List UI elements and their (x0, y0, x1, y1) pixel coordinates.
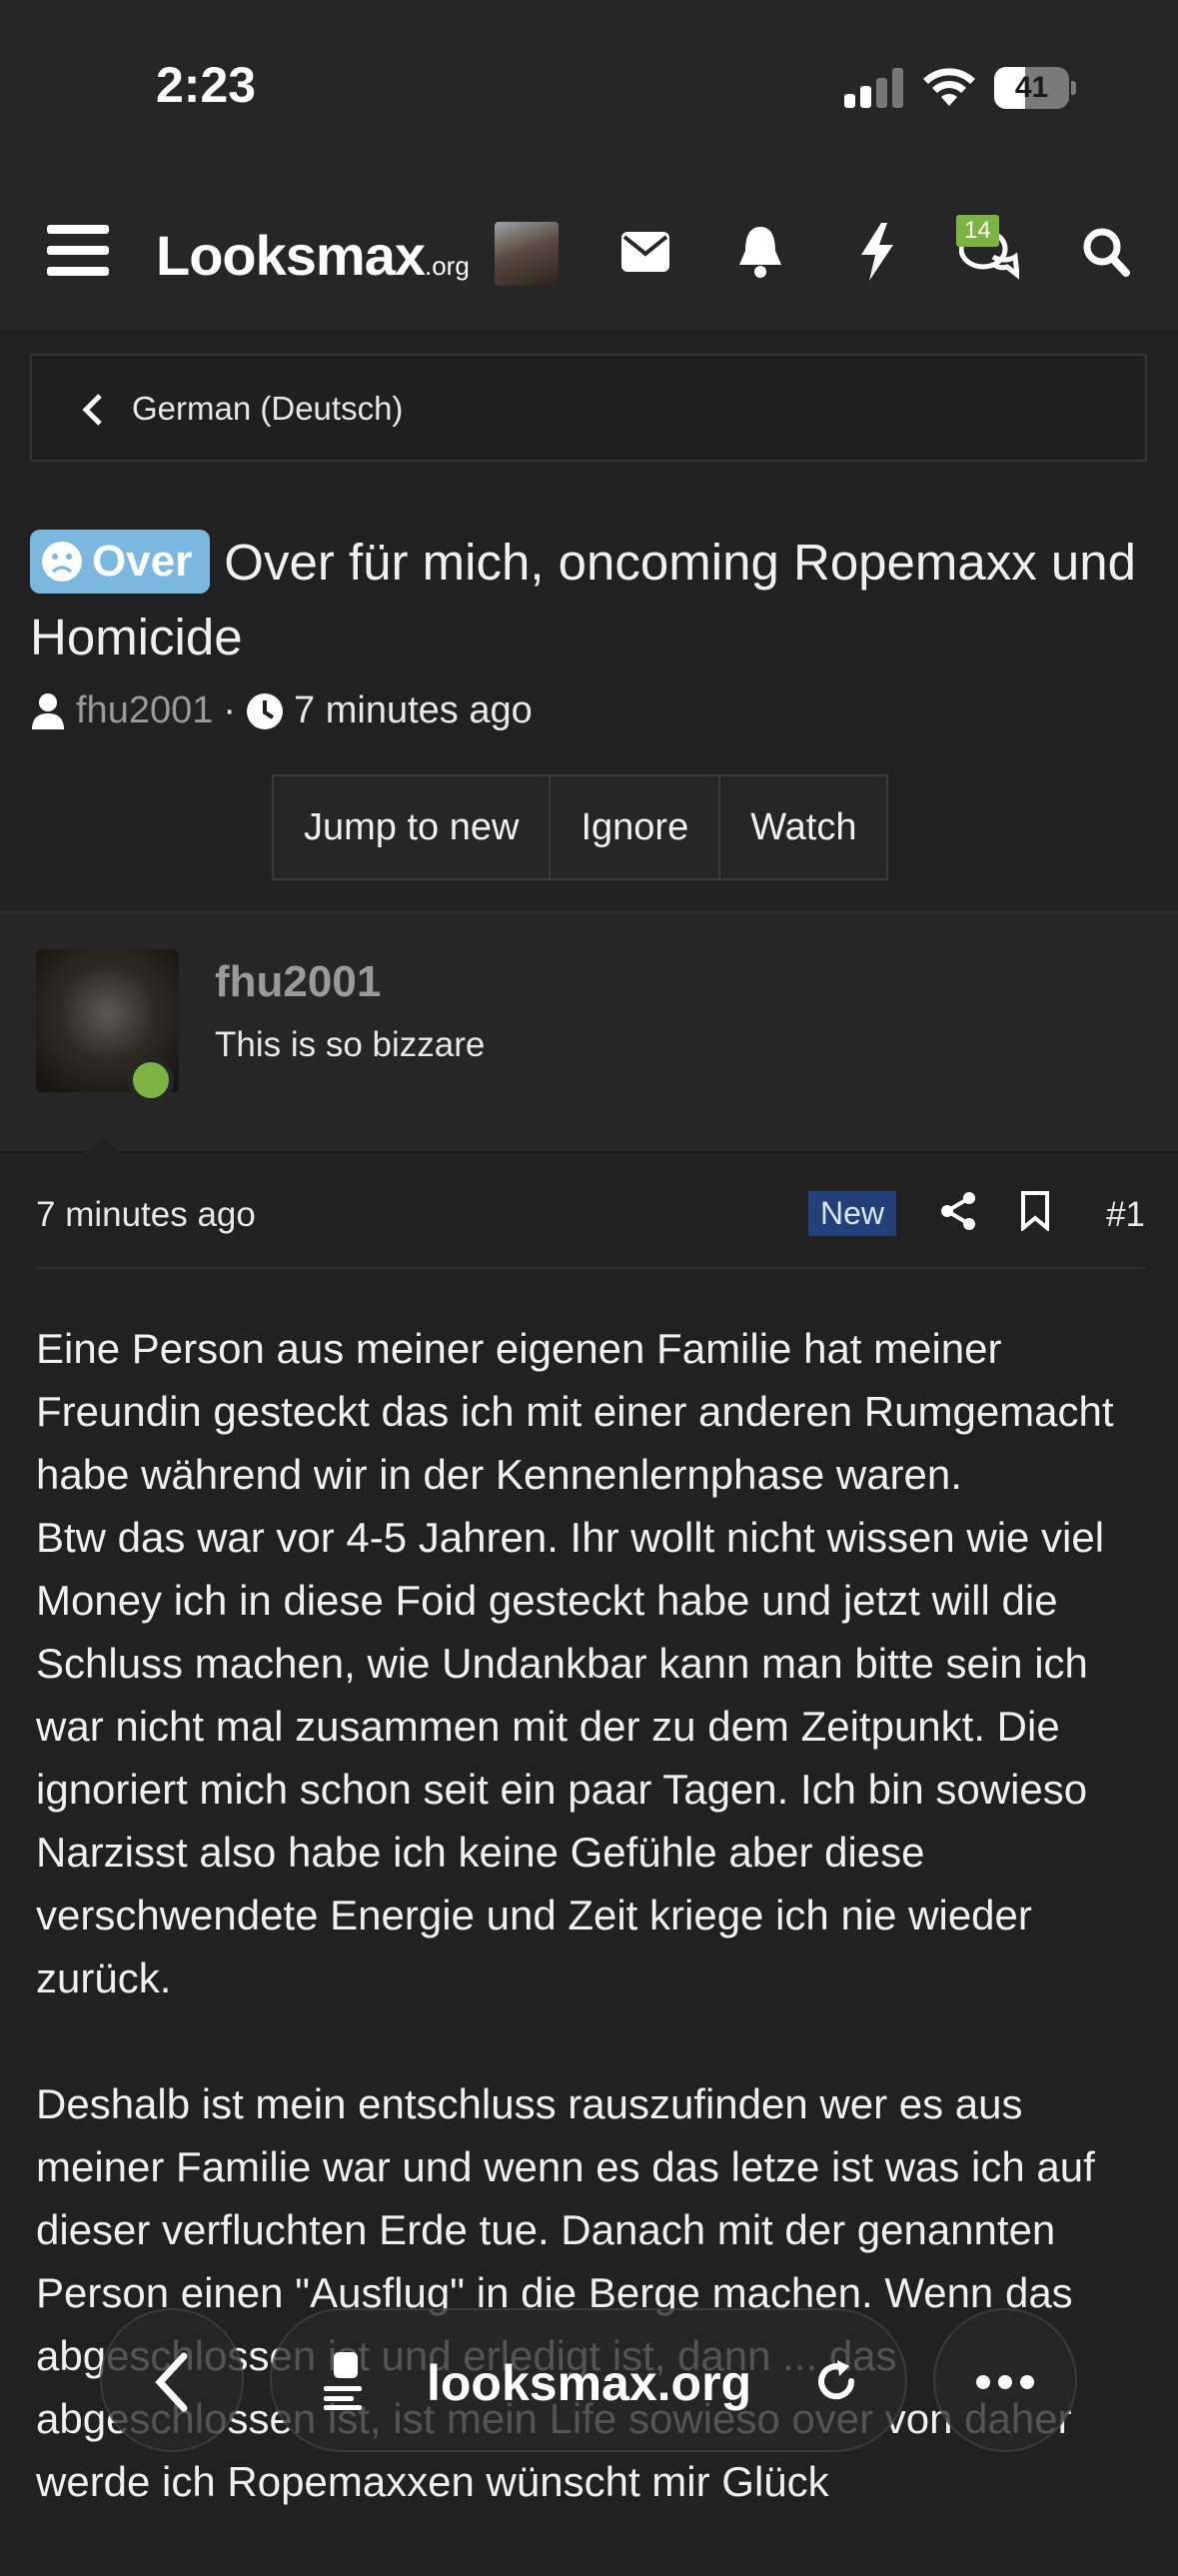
thread-author[interactable]: fhu2001 (76, 689, 213, 732)
post-date[interactable]: 7 minutes ago (36, 1195, 256, 1235)
post-meta: 7 minutes ago New #1 (36, 1159, 1145, 1269)
post-number[interactable]: #1 (1106, 1195, 1145, 1235)
browser-more-button[interactable] (933, 2308, 1077, 2452)
status-time: 2:23 (156, 57, 257, 113)
inbox-envelope-icon[interactable] (621, 232, 669, 272)
battery-icon: 41 (994, 67, 1076, 109)
hamburger-menu-icon[interactable] (47, 223, 109, 279)
thread-title: Over Over für mich, oncoming Ropemaxx un… (30, 525, 1149, 674)
watch-button[interactable]: Watch (720, 776, 886, 878)
post-username[interactable]: fhu2001 (215, 957, 381, 1007)
breadcrumb[interactable]: German (Deutsch) (30, 354, 1147, 462)
site-logo[interactable]: Looksmax.org (156, 223, 470, 288)
user-avatar[interactable] (495, 222, 559, 286)
user-icon (32, 692, 64, 729)
bookmark-icon[interactable] (1020, 1191, 1050, 1231)
new-badge: New (808, 1191, 897, 1236)
post-user-title: This is so bizzare (215, 1025, 486, 1064)
share-icon[interactable] (939, 1191, 977, 1231)
conversations-badge: 14 (956, 215, 999, 247)
jump-to-new-button[interactable]: Jump to new (274, 776, 552, 878)
post-pointer (80, 1137, 124, 1155)
post-user-block: fhu2001 This is so bizzare (0, 913, 1178, 1155)
online-indicator (128, 1057, 174, 1103)
lightning-icon[interactable] (859, 223, 895, 281)
wifi-icon (923, 68, 975, 106)
battery-level: 41 (1014, 71, 1049, 104)
status-bar: 2:23 41 (0, 0, 1178, 175)
thread-time[interactable]: 7 minutes ago (294, 689, 533, 732)
thread-prefix-badge[interactable]: Over (30, 530, 211, 594)
meta-separator: · (223, 689, 237, 731)
browser-address-bar[interactable]: looksmax.org (270, 2308, 907, 2452)
sad-face-icon (42, 542, 82, 582)
breadcrumb-label[interactable]: German (Deutsch) (132, 390, 403, 428)
reload-icon[interactable] (811, 2356, 861, 2406)
thread-meta: fhu2001 · 7 minutes ago (30, 689, 533, 732)
search-icon[interactable] (1082, 227, 1130, 277)
post-paragraph: Eine Person aus meiner eigenen Familie h… (36, 1325, 1114, 2001)
chevron-left-icon (82, 394, 102, 426)
bell-icon[interactable] (737, 225, 783, 279)
browser-back-button[interactable] (100, 2308, 244, 2452)
ignore-button[interactable]: Ignore (551, 776, 721, 878)
browser-url[interactable]: looksmax.org (427, 2354, 751, 2412)
thread-prefix-label: Over (92, 537, 193, 586)
clock-icon (247, 692, 284, 729)
chevron-left-icon (155, 2352, 188, 2412)
cellular-signal-icon (844, 68, 904, 108)
thread-actions: Jump to new Ignore Watch (272, 774, 889, 880)
reader-extension-icon[interactable] (320, 2350, 370, 2410)
more-dots-icon (976, 2375, 1034, 2389)
top-navbar: Looksmax.org 14 (0, 175, 1178, 333)
